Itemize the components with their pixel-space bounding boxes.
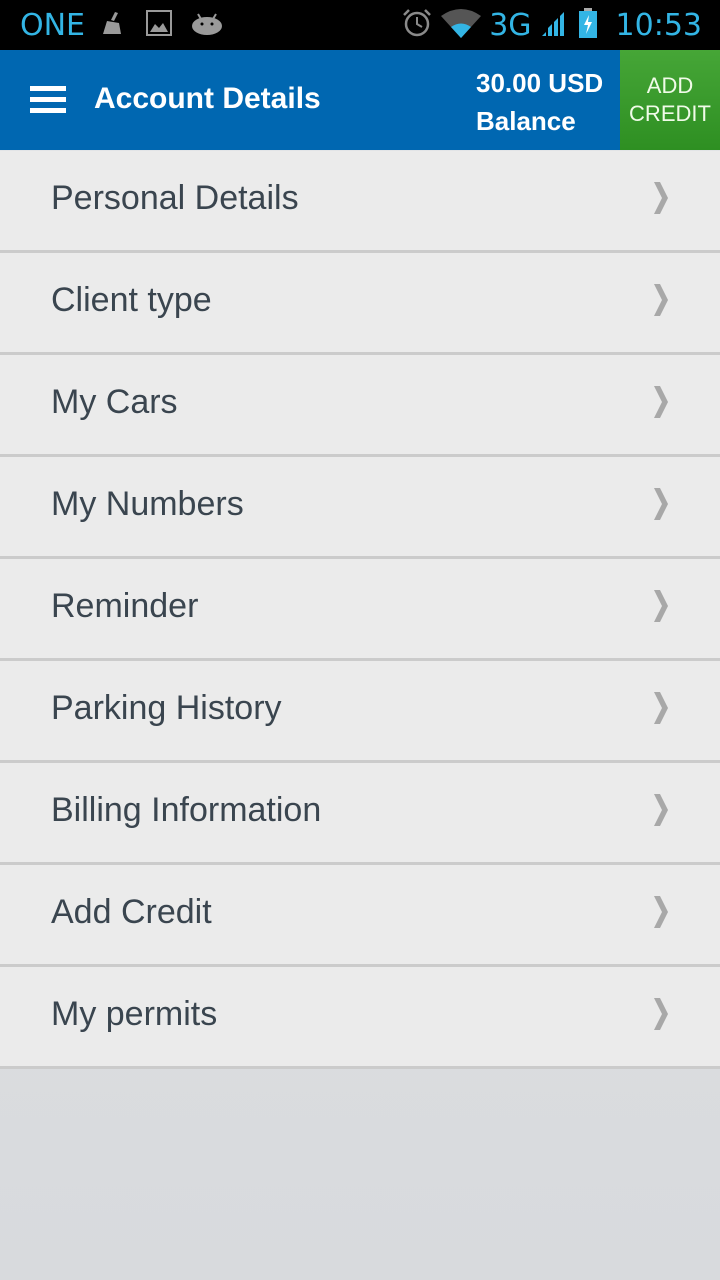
balance-amount: 30.00 USD xyxy=(476,68,604,98)
android-icon xyxy=(191,10,223,41)
menu-item-my-cars[interactable]: My Cars xyxy=(0,355,720,457)
menu-item-label: My Cars xyxy=(51,383,178,421)
menu-item-label: Personal Details xyxy=(51,179,299,217)
menu-item-reminder[interactable]: Reminder xyxy=(0,559,720,661)
chevron-right-icon xyxy=(654,284,668,316)
add-credit-label-line1: ADD xyxy=(646,73,694,98)
balance-display: 30.00 USD Balance xyxy=(476,64,603,140)
chevron-right-icon xyxy=(654,386,668,418)
menu-item-label: My permits xyxy=(51,995,218,1033)
page-title: Account Details xyxy=(94,82,321,115)
menu-item-billing-information[interactable]: Billing Information xyxy=(0,763,720,865)
network-type: 3G xyxy=(489,7,532,43)
menu-item-label: Add Credit xyxy=(51,893,212,931)
add-credit-label-line2: CREDIT xyxy=(629,101,711,126)
signal-icon xyxy=(540,8,570,43)
menu-item-client-type[interactable]: Client type xyxy=(0,253,720,355)
alarm-icon xyxy=(401,7,433,44)
chevron-right-icon xyxy=(654,488,668,520)
action-bar: Account Details 30.00 USD Balance ADD CR… xyxy=(0,50,720,150)
chevron-right-icon xyxy=(654,692,668,724)
wifi-icon xyxy=(441,8,482,43)
menu-item-add-credit[interactable]: Add Credit xyxy=(0,865,720,967)
hamburger-menu-icon[interactable] xyxy=(30,86,66,114)
menu-item-label: Client type xyxy=(51,281,212,319)
menu-item-parking-history[interactable]: Parking History xyxy=(0,661,720,763)
broom-icon xyxy=(99,10,125,41)
menu-item-personal-details[interactable]: Personal Details xyxy=(0,151,720,253)
image-icon xyxy=(145,9,173,42)
status-bar: ONE 3G 10:53 xyxy=(0,0,720,50)
chevron-right-icon xyxy=(654,998,668,1030)
chevron-right-icon xyxy=(654,794,668,826)
menu-item-my-permits[interactable]: My permits xyxy=(0,967,720,1069)
chevron-right-icon xyxy=(654,182,668,214)
account-menu-list: Personal Details Client type My Cars My … xyxy=(0,151,720,1069)
menu-item-label: Billing Information xyxy=(51,791,322,829)
chevron-right-icon xyxy=(654,896,668,928)
chevron-right-icon xyxy=(654,590,668,622)
balance-label: Balance xyxy=(476,106,576,136)
clock: 10:53 xyxy=(615,7,702,43)
menu-item-label: Parking History xyxy=(51,689,282,727)
battery-charging-icon xyxy=(578,7,598,44)
menu-item-label: My Numbers xyxy=(51,485,244,523)
menu-item-label: Reminder xyxy=(51,587,199,625)
add-credit-button[interactable]: ADD CREDIT xyxy=(620,50,720,150)
menu-item-my-numbers[interactable]: My Numbers xyxy=(0,457,720,559)
carrier-name: ONE xyxy=(20,7,86,43)
